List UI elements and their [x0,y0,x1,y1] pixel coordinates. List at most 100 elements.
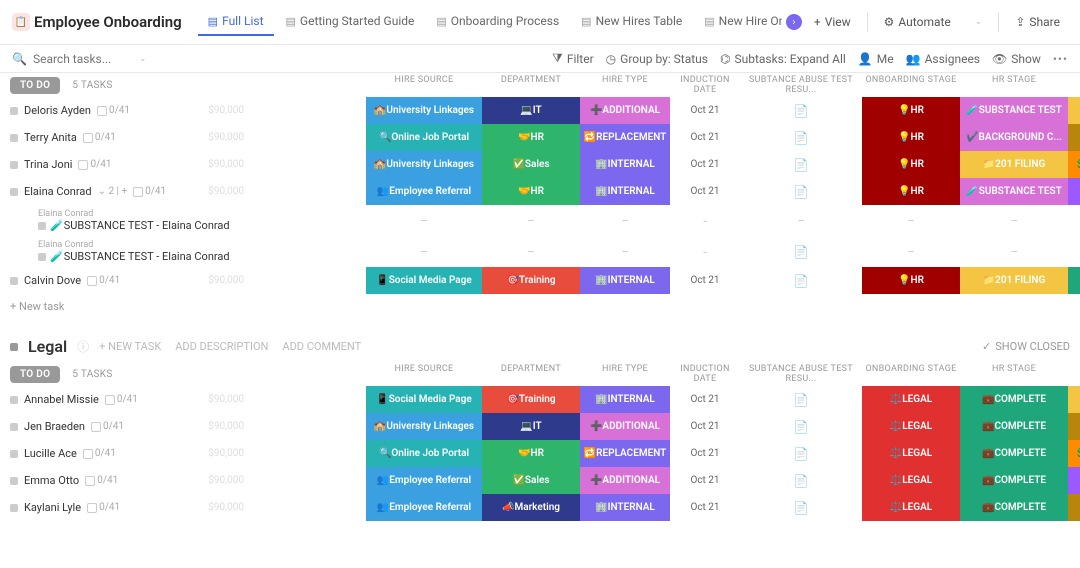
onboarding-stage-cell[interactable]: 💡HR [862,178,960,205]
hire-source-cell[interactable]: 📱Social Media Page [366,267,482,294]
department-cell[interactable]: 💻IT [482,97,580,124]
onboarding-stage-cell[interactable]: ⚖️LEGAL [862,494,960,521]
hire-source-cell[interactable]: 👥Employee Referral [366,467,482,494]
table-row[interactable]: Annabel Missie 0/41 $90,000 📱Social Medi… [0,386,1080,413]
column-header[interactable]: LEGAL STAGE [1068,75,1080,95]
legal-stage-cell[interactable]: ✨BENEFITS [1068,467,1080,494]
hire-type-cell[interactable]: 🏢INTERNAL [580,386,670,413]
date-cell[interactable]: Oct 21 [670,151,740,178]
column-header[interactable]: SUBTANCE ABUSE TEST RESU... [740,364,862,384]
doc-cell[interactable]: 📄 [740,236,862,267]
date-cell[interactable]: Oct 21 [670,267,740,294]
column-header[interactable]: HIRE SOURCE [366,364,482,384]
status-pill[interactable]: TO DO [10,366,60,383]
status-dot[interactable] [10,134,18,142]
onboarding-stage-cell[interactable]: ⚖️LEGAL [862,440,960,467]
status-pill[interactable]: TO DO [10,77,60,94]
subtasks-button[interactable]: ⌬Subtasks: Expand All [720,52,846,66]
status-dot[interactable] [10,396,18,404]
status-dot[interactable] [10,188,18,196]
group-action[interactable]: ADD COMMENT [282,340,361,353]
doc-cell[interactable]: 📄 [740,413,862,440]
legal-stage-cell[interactable]: 📄TAX DOCUMENTS [1068,494,1080,521]
legal-stage-cell[interactable]: 📄TAX DOCUMENTS [1068,413,1080,440]
legal-stage-cell[interactable]: 💼COMPLETE [1068,267,1080,294]
column-header[interactable]: HIRE TYPE [580,75,670,95]
column-header[interactable]: HR STAGE [960,75,1068,95]
add-view-button[interactable]: +View [806,11,859,33]
onboarding-stage-cell[interactable]: 💡HR [862,97,960,124]
table-row[interactable]: Calvin Dove 0/41 $90,000 📱Social Media P… [0,267,1080,294]
hire-type-cell[interactable]: 🔁REPLACEMENT [580,124,670,151]
table-row[interactable]: Emma Otto 0/41 $90,000 👥Employee Referra… [0,467,1080,494]
automate-dropdown[interactable]: ⌄ [967,13,991,31]
group-name[interactable]: Legal [28,337,67,356]
onboarding-stage-cell[interactable]: 💡HR [862,124,960,151]
date-cell[interactable]: Oct 21 [670,494,740,521]
status-dot[interactable] [10,504,18,512]
doc-cell[interactable]: 📄 [740,267,862,294]
onboarding-stage-cell[interactable]: 💡HR [862,267,960,294]
date-cell[interactable]: Oct 21 [670,124,740,151]
table-row[interactable]: Trina Joni 0/41 $90,000 🏫University Link… [0,151,1080,178]
me-button[interactable]: 👤Me [858,52,894,66]
task-name-cell[interactable]: Terry Anita 0/41 $90,000 [0,124,250,151]
more-tabs-button[interactable]: › [786,14,802,30]
show-button[interactable]: 👁Show [992,52,1041,66]
more-button[interactable]: ••• [1053,52,1068,66]
date-cell[interactable]: Oct 21 [670,413,740,440]
date-cell[interactable]: Oct 21 [670,97,740,124]
column-header[interactable]: DEPARTMENT [482,364,580,384]
hire-source-cell[interactable]: 🏫University Linkages [366,97,482,124]
new-task-button[interactable]: + New task [0,294,1080,319]
hr-stage-cell[interactable]: 📁201 FILING [960,151,1068,178]
share-button[interactable]: ⇪Share [1007,11,1068,33]
table-row[interactable]: Lucille Ace 0/41 $90,000 🔍Online Job Por… [0,440,1080,467]
task-name-cell[interactable]: Lucille Ace 0/41 $90,000 [0,440,250,467]
automate-button[interactable]: ⚙Automate [876,11,959,33]
status-dot[interactable] [10,107,18,115]
department-cell[interactable]: 🎯Training [482,267,580,294]
legal-stage-cell[interactable]: 📝CONTRACT [1068,386,1080,413]
group-action[interactable]: ADD DESCRIPTION [175,340,268,353]
hire-source-cell[interactable]: 👥Employee Referral [366,178,482,205]
task-name-cell[interactable]: Annabel Missie 0/41 $90,000 [0,386,250,413]
tab-onboarding-process[interactable]: ▤Onboarding Process [426,8,569,36]
column-header[interactable]: HIRE TYPE [580,364,670,384]
legal-stage-cell[interactable]: 💲PAYROLL ENROLLMENT [1068,440,1080,467]
group-status-dot[interactable] [10,343,18,351]
hire-type-cell[interactable]: 🏢INTERNAL [580,494,670,521]
column-header[interactable]: ONBOARDING STAGE [862,75,960,95]
doc-cell[interactable]: – [740,205,862,236]
hr-stage-cell[interactable]: 💼COMPLETE [960,494,1068,521]
status-dot[interactable] [10,161,18,169]
table-row[interactable]: Elaina Conrad ⌄ 2 | + 0/41 $90,000 👥Empl… [0,178,1080,205]
doc-cell[interactable]: 📄 [740,386,862,413]
hr-stage-cell[interactable]: 💼COMPLETE [960,413,1068,440]
doc-cell[interactable]: 📄 [740,124,862,151]
hr-stage-cell[interactable]: 💼COMPLETE [960,440,1068,467]
onboarding-stage-cell[interactable]: ⚖️LEGAL [862,467,960,494]
task-name-cell[interactable]: Deloris Ayden 0/41 $90,000 [0,97,250,124]
status-dot[interactable] [10,450,18,458]
hire-type-cell[interactable]: ➕ADDITIONAL [580,467,670,494]
task-name-cell[interactable]: Trina Joni 0/41 $90,000 [0,151,250,178]
department-cell[interactable]: ✅Sales [482,467,580,494]
column-header[interactable]: SUBTANCE ABUSE TEST RESU... [740,75,862,95]
hr-stage-cell[interactable]: 💼COMPLETE [960,386,1068,413]
tab-getting-started-guide[interactable]: ▤Getting Started Guide [276,8,425,36]
hire-source-cell[interactable]: 👥Employee Referral [366,494,482,521]
doc-cell[interactable]: 📄 [740,467,862,494]
show-closed-button[interactable]: ✓SHOW CLOSED [982,340,1070,353]
status-dot[interactable] [10,277,18,285]
hr-stage-cell[interactable]: 📁201 FILING [960,267,1068,294]
hire-type-cell[interactable]: ➕ADDITIONAL [580,413,670,440]
hire-source-cell[interactable]: 🏫University Linkages [366,413,482,440]
table-subrow[interactable]: Elaina Conrad 🧪SUBSTANCE TEST - Elaina C… [0,236,1080,267]
hr-stage-cell[interactable]: 💼COMPLETE [960,467,1068,494]
column-header[interactable]: ONBOARDING STAGE [862,364,960,384]
hire-source-cell[interactable]: 🔍Online Job Portal [366,124,482,151]
search-input[interactable] [33,52,133,66]
group-by-button[interactable]: ◷Group by: Status [606,52,708,66]
doc-cell[interactable]: 📄 [740,178,862,205]
